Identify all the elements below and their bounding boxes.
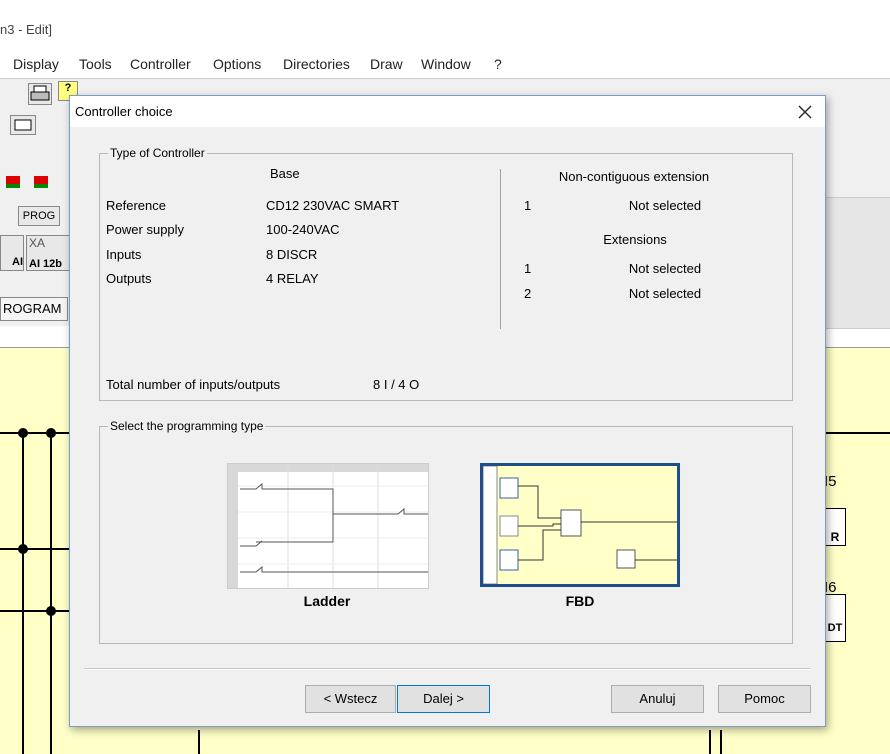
total-io-label: Total number of inputs/outputs: [106, 377, 281, 392]
block-r[interactable]: R: [824, 508, 846, 546]
menu-directories[interactable]: Directories: [283, 56, 350, 72]
programming-type-group: Select the programming type Ladder FBD: [99, 419, 793, 644]
close-icon: [798, 105, 812, 119]
red-green-icon[interactable]: [2, 173, 24, 193]
menu-controller[interactable]: Controller: [130, 56, 191, 72]
inputs-label: Inputs: [106, 247, 142, 262]
program-tab[interactable]: ROGRAM: [0, 297, 68, 321]
menu-display[interactable]: Display: [13, 56, 59, 72]
total-io-value: 8 I / 4 O: [373, 377, 420, 392]
junction-dot: [46, 428, 56, 438]
fbd-option[interactable]: [480, 463, 680, 587]
display-icon[interactable]: [10, 115, 36, 135]
reference-label: Reference: [106, 198, 166, 213]
ladder-option[interactable]: [227, 463, 429, 589]
app-window-title: n3 - Edit]: [0, 22, 53, 37]
extension-1-value: Not selected: [628, 261, 702, 276]
next-button[interactable]: Dalej >: [397, 685, 490, 713]
fbd-label[interactable]: FBD: [480, 593, 680, 609]
dialog-title: Controller choice: [75, 104, 173, 119]
menu-draw[interactable]: Draw: [370, 56, 403, 72]
xa-ai12b-button[interactable]: XA AI 12b: [26, 235, 70, 271]
side-panel: [824, 197, 890, 329]
block-dt[interactable]: DT: [824, 594, 846, 642]
controller-choice-dialog: Controller choice Type of Controller Bas…: [69, 95, 826, 727]
dialog-titlebar: Controller choice: [70, 96, 825, 127]
back-button[interactable]: < Wstecz: [305, 685, 396, 713]
junction-dot: [18, 544, 28, 554]
prog-button[interactable]: PROG: [18, 206, 60, 226]
outputs-value: 4 RELAY: [266, 271, 319, 286]
ladder-label[interactable]: Ladder: [227, 593, 427, 609]
menu-bar: Display Tools Controller Options Directo…: [0, 54, 890, 76]
noncontiguous-index: 1: [524, 198, 532, 213]
red-green-icon-2[interactable]: [30, 173, 52, 193]
type-of-controller-group: Type of Controller Base Reference CD12 2…: [99, 146, 793, 401]
ladder-diagram-icon: [228, 464, 428, 588]
extensions-header: Extensions: [603, 232, 667, 247]
noncontiguous-value: Not selected: [628, 198, 702, 213]
group-legend-programming: Select the programming type: [108, 419, 266, 433]
help-button[interactable]: Pomoc: [718, 685, 811, 713]
menu-help[interactable]: ?: [494, 56, 502, 72]
menu-window[interactable]: Window: [421, 56, 471, 72]
close-button[interactable]: [787, 99, 823, 125]
vertical-separator: [500, 169, 501, 329]
group-legend-type: Type of Controller: [108, 146, 207, 160]
outputs-label: Outputs: [106, 271, 152, 286]
extension-2-index: 2: [524, 286, 532, 301]
power-supply-label: Power supply: [106, 222, 185, 237]
extension-1-index: 1: [524, 261, 532, 276]
inputs-value: 8 DISCR: [266, 247, 318, 262]
menu-tools[interactable]: Tools: [79, 56, 112, 72]
xa-label: XA: [29, 236, 46, 250]
menu-options[interactable]: Options: [213, 56, 261, 72]
reference-value: CD12 230VAC SMART: [266, 198, 400, 213]
cancel-button[interactable]: Anuluj: [611, 685, 704, 713]
junction-dot: [46, 606, 56, 616]
fbd-diagram-icon: [482, 465, 677, 585]
button-separator: [84, 668, 810, 670]
base-header: Base: [270, 166, 300, 181]
ai12b-label: AI 12b: [29, 258, 63, 270]
print-icon[interactable]: [28, 83, 52, 105]
extension-2-value: Not selected: [628, 286, 702, 301]
ai-button[interactable]: AI: [0, 235, 24, 271]
noncontiguous-header: Non-contiguous extension: [558, 169, 710, 184]
junction-dot: [18, 428, 28, 438]
power-supply-value: 100-240VAC: [266, 222, 340, 237]
